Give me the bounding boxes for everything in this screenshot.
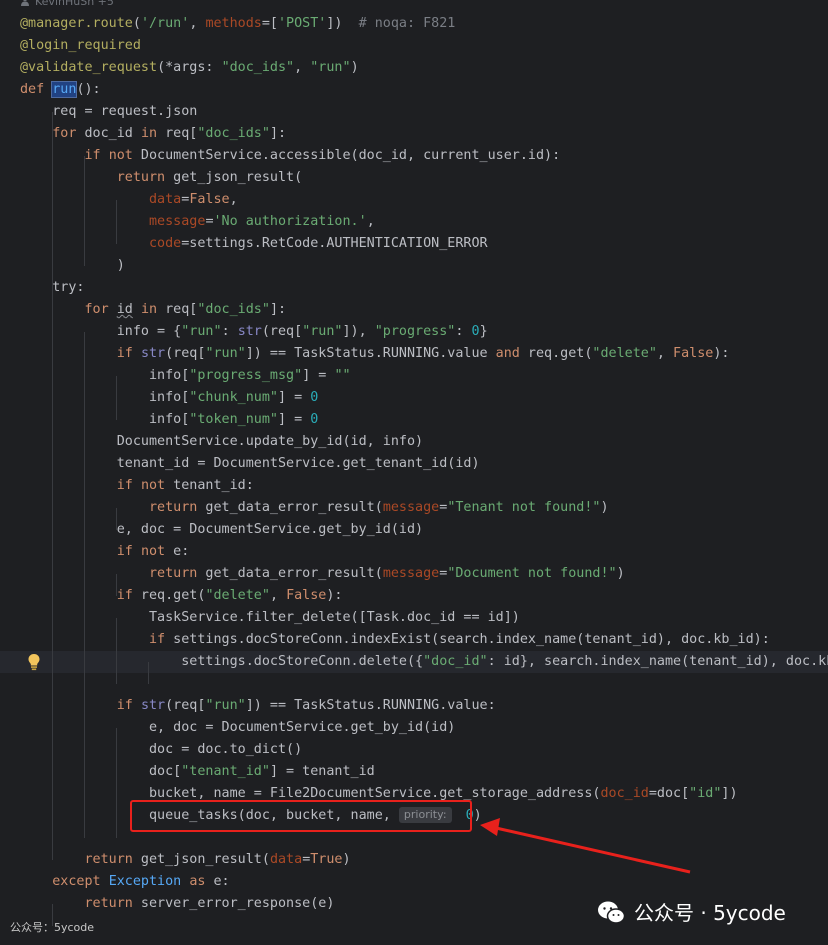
watermark-text: 公众号 · 5ycode [634,901,786,925]
wechat-icon [598,901,626,924]
watermark: 公众号 · 5ycode [596,893,786,933]
arrow [480,818,691,874]
watermark-small: 公众号：5ycode [10,921,95,934]
code-editor[interactable]: KevinHuSh +5 @manager.route('/run', meth… [0,0,828,945]
